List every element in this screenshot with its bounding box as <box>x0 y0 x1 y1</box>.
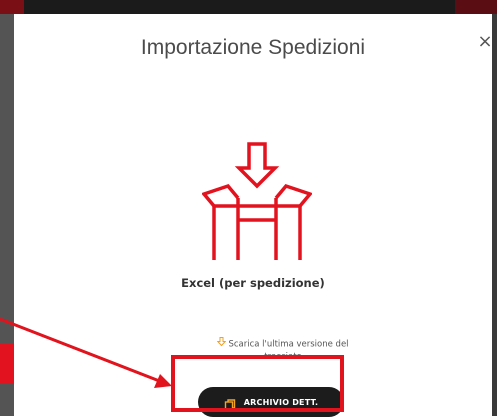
import-type-label: Excel (per spedizione) <box>181 276 325 290</box>
download-arrow-icon <box>217 337 227 351</box>
modal-title: Importazione Spedizioni <box>140 36 366 59</box>
backdrop-red-corner <box>0 0 24 14</box>
annotation-highlight-box <box>171 355 344 412</box>
close-icon[interactable]: × <box>476 33 494 51</box>
box-import-icon <box>202 142 312 260</box>
download-link-line1: Scarica l'ultima versione del <box>228 339 349 350</box>
backdrop-red-right <box>455 0 497 14</box>
backdrop-top-strip <box>0 0 497 14</box>
